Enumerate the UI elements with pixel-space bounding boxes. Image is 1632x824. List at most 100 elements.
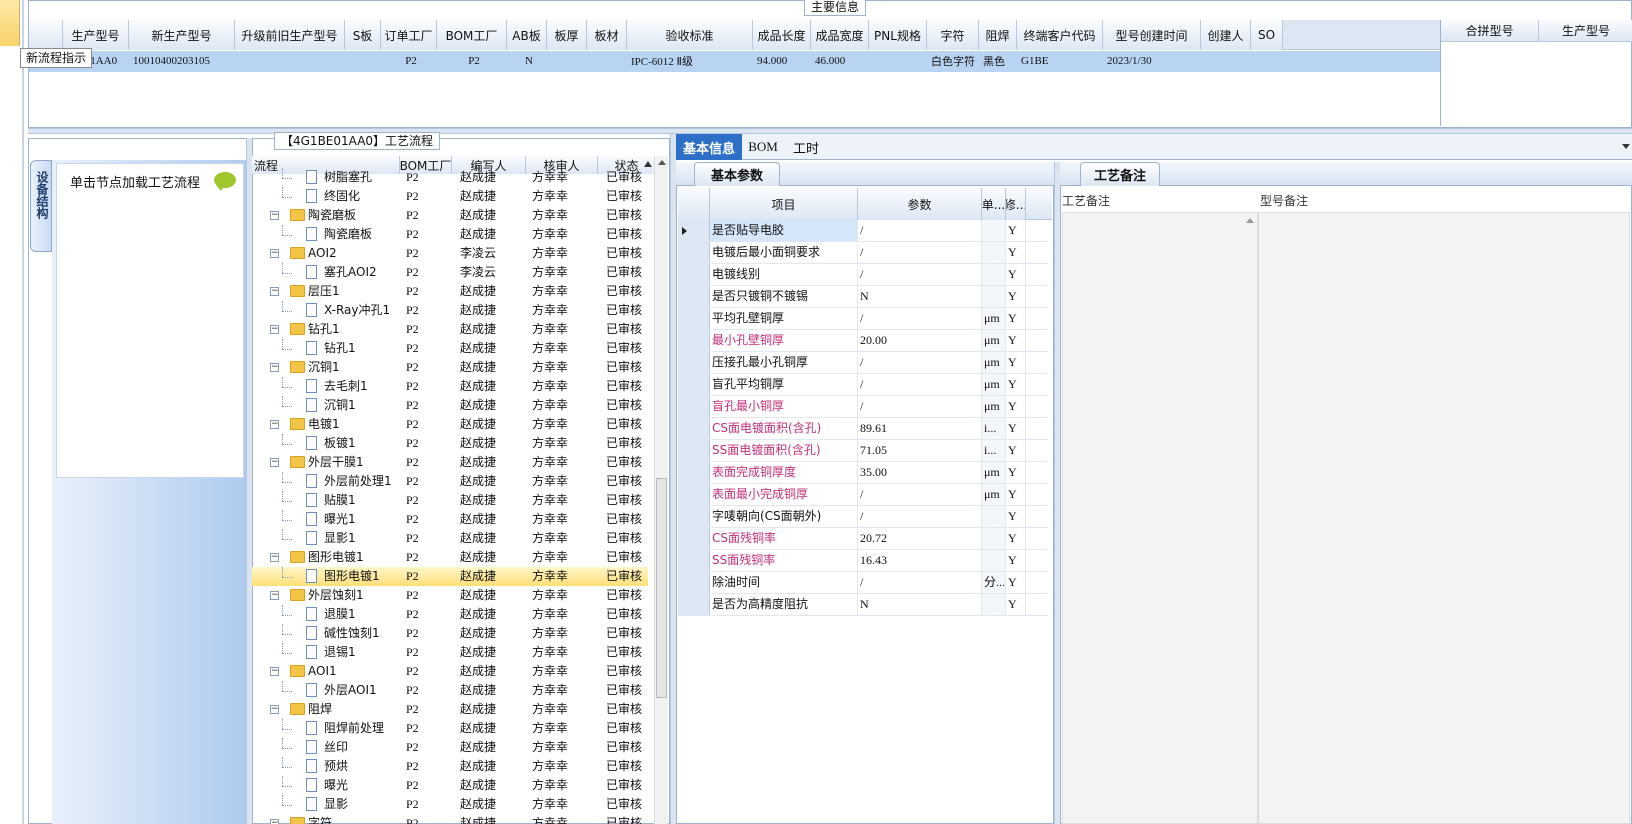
param-row[interactable]: 最小孔壁铜厚 20.00 μm Y bbox=[678, 330, 1048, 352]
param-row[interactable]: 字唛朝向(CS面朝外) / Y bbox=[678, 506, 1048, 528]
row-selector[interactable] bbox=[678, 418, 710, 439]
param-col-header[interactable]: 项目 bbox=[710, 188, 858, 220]
process-row[interactable]: 外层前处理1 P2 赵成捷 方幸幸 已审核 bbox=[252, 472, 648, 491]
collapse-icon[interactable]: − bbox=[270, 287, 279, 296]
param-row[interactable]: 表面完成铜厚度 35.00 μm Y bbox=[678, 462, 1048, 484]
row-selector[interactable] bbox=[678, 286, 710, 307]
side-col-merge[interactable]: 合拼型号 bbox=[1441, 20, 1539, 42]
param-col-header[interactable]: 单... bbox=[982, 188, 1006, 220]
main-col-header[interactable]: 板厚 bbox=[547, 20, 587, 50]
param-value[interactable]: N bbox=[858, 286, 982, 307]
param-row[interactable]: 压接孔最小孔铜厚 / μm Y bbox=[678, 352, 1048, 374]
process-row[interactable]: 塞孔AOI2 P2 李凌云 方幸幸 已审核 bbox=[252, 263, 648, 282]
main-col-header[interactable]: BOM工厂 bbox=[437, 20, 507, 50]
process-row[interactable]: 陶瓷磨板 P2 赵成捷 方幸幸 已审核 bbox=[252, 225, 648, 244]
param-row[interactable]: 除油时间 / 分... Y bbox=[678, 572, 1048, 594]
param-value[interactable]: / bbox=[858, 506, 982, 527]
main-col-header[interactable]: 订单工厂 bbox=[381, 20, 437, 50]
collapse-icon[interactable]: − bbox=[270, 667, 279, 676]
param-col-header[interactable]: 参数 bbox=[858, 188, 982, 220]
process-row[interactable]: − 电镀1 P2 赵成捷 方幸幸 已审核 bbox=[252, 415, 648, 434]
main-col-header[interactable]: 板材 bbox=[587, 20, 627, 50]
row-selector[interactable] bbox=[678, 462, 710, 483]
param-row[interactable]: 是否为高精度阻抗 N Y bbox=[678, 594, 1048, 616]
process-remarks-box[interactable] bbox=[1062, 212, 1258, 824]
param-row[interactable]: 是否贴导电胶 / Y bbox=[678, 220, 1048, 242]
main-col-header[interactable]: 型号创建时间 bbox=[1103, 20, 1201, 50]
main-col-header[interactable]: 新生产型号 bbox=[129, 20, 235, 50]
row-selector[interactable] bbox=[678, 594, 710, 615]
process-row[interactable]: − 阻焊 P2 赵成捷 方幸幸 已审核 bbox=[252, 700, 648, 719]
row-selector[interactable] bbox=[678, 484, 710, 505]
process-row[interactable]: − 字符 P2 赵成捷 方幸幸 已审核 bbox=[252, 814, 648, 824]
scroll-up-arrow-icon[interactable] bbox=[658, 160, 666, 165]
main-col-header[interactable]: 成品宽度 bbox=[811, 20, 869, 50]
main-col-header[interactable]: 终端客户代码 bbox=[1017, 20, 1103, 50]
collapse-icon[interactable]: − bbox=[270, 458, 279, 467]
collapse-icon[interactable]: − bbox=[270, 591, 279, 600]
collapse-icon[interactable]: − bbox=[270, 325, 279, 334]
process-row[interactable]: − AOI2 P2 李凌云 方幸幸 已审核 bbox=[252, 244, 648, 263]
param-row[interactable]: 电镀后最小面铜要求 / Y bbox=[678, 242, 1048, 264]
tab-work-hours[interactable]: 工时 bbox=[786, 134, 826, 160]
side-col-model[interactable]: 生产型号 bbox=[1539, 20, 1632, 42]
scroll-thumb[interactable] bbox=[656, 478, 667, 698]
main-col-header[interactable]: 字符 bbox=[927, 20, 979, 50]
row-selector[interactable] bbox=[678, 308, 710, 329]
process-row[interactable]: − 沉铜1 P2 赵成捷 方幸幸 已审核 bbox=[252, 358, 648, 377]
main-col-header[interactable]: SO bbox=[1251, 20, 1283, 50]
process-scrollbar[interactable] bbox=[654, 156, 668, 824]
param-row[interactable]: 盲孔最小铜厚 / μm Y bbox=[678, 396, 1048, 418]
process-row[interactable]: − 外层蚀刻1 P2 赵成捷 方幸幸 已审核 bbox=[252, 586, 648, 605]
main-col-header[interactable]: 阻焊 bbox=[979, 20, 1017, 50]
process-row[interactable]: 碱性蚀刻1 P2 赵成捷 方幸幸 已审核 bbox=[252, 624, 648, 643]
process-row[interactable]: 显影1 P2 赵成捷 方幸幸 已审核 bbox=[252, 529, 648, 548]
dropdown-arrow-icon[interactable] bbox=[1622, 144, 1630, 149]
param-row[interactable]: SS面电镀面积(含孔) 71.05 i... Y bbox=[678, 440, 1048, 462]
collapse-icon[interactable]: − bbox=[270, 249, 279, 258]
param-row[interactable]: 盲孔平均铜厚 / μm Y bbox=[678, 374, 1048, 396]
collapse-icon[interactable]: − bbox=[270, 819, 279, 824]
process-row[interactable]: − 钻孔1 P2 赵成捷 方幸幸 已审核 bbox=[252, 320, 648, 339]
param-value[interactable]: / bbox=[858, 484, 982, 505]
process-row[interactable]: − AOI1 P2 赵成捷 方幸幸 已审核 bbox=[252, 662, 648, 681]
param-value[interactable]: 89.61 bbox=[858, 418, 982, 439]
process-row[interactable]: 图形电镀1 P2 赵成捷 方幸幸 已审核 bbox=[252, 567, 648, 586]
main-col-header[interactable]: 升级前旧生产型号 bbox=[235, 20, 345, 50]
param-row[interactable]: 是否只镀铜不镀锡 N Y bbox=[678, 286, 1048, 308]
main-col-header[interactable]: 验收标准 bbox=[627, 20, 753, 50]
param-value[interactable]: N bbox=[858, 594, 982, 615]
param-value[interactable]: 20.72 bbox=[858, 528, 982, 549]
row-selector[interactable] bbox=[678, 352, 710, 373]
process-row[interactable]: 曝光 P2 赵成捷 方幸幸 已审核 bbox=[252, 776, 648, 795]
collapse-icon[interactable]: − bbox=[270, 363, 279, 372]
row-selector[interactable] bbox=[678, 330, 710, 351]
collapse-icon[interactable]: − bbox=[270, 705, 279, 714]
param-row[interactable]: 平均孔壁铜厚 / μm Y bbox=[678, 308, 1048, 330]
tab-bom[interactable]: BOM bbox=[744, 134, 782, 160]
tab-process-remarks[interactable]: 工艺备注 bbox=[1080, 162, 1160, 186]
process-row[interactable]: − 层压1 P2 赵成捷 方幸幸 已审核 bbox=[252, 282, 648, 301]
collapse-icon[interactable]: − bbox=[270, 211, 279, 220]
process-row[interactable]: 贴膜1 P2 赵成捷 方幸幸 已审核 bbox=[252, 491, 648, 510]
main-col-header[interactable]: AB板 bbox=[507, 20, 547, 50]
row-selector[interactable] bbox=[678, 242, 710, 263]
tab-basic-info[interactable]: 基本信息 bbox=[676, 134, 742, 160]
process-row[interactable]: 钻孔1 P2 赵成捷 方幸幸 已审核 bbox=[252, 339, 648, 358]
row-selector[interactable] bbox=[678, 440, 710, 461]
tab-basic-params[interactable]: 基本参数 bbox=[694, 162, 780, 186]
row-selector[interactable] bbox=[678, 572, 710, 593]
process-row[interactable]: 退锡1 P2 赵成捷 方幸幸 已审核 bbox=[252, 643, 648, 662]
row-selector[interactable] bbox=[678, 264, 710, 285]
process-row[interactable]: − 图形电镀1 P2 赵成捷 方幸幸 已审核 bbox=[252, 548, 648, 567]
param-value[interactable]: 16.43 bbox=[858, 550, 982, 571]
process-row[interactable]: 阻焊前处理 P2 赵成捷 方幸幸 已审核 bbox=[252, 719, 648, 738]
process-row[interactable]: X-Ray冲孔1 P2 赵成捷 方幸幸 已审核 bbox=[252, 301, 648, 320]
main-col-header[interactable]: PNL规格 bbox=[869, 20, 927, 50]
process-row[interactable]: 曝光1 P2 赵成捷 方幸幸 已审核 bbox=[252, 510, 648, 529]
main-col-header[interactable]: 创建人 bbox=[1201, 20, 1251, 50]
param-row[interactable]: CS面电镀面积(含孔) 89.61 i... Y bbox=[678, 418, 1048, 440]
main-info-row[interactable]: …E01AA0 10010400203105 P2 P2 N IPC-6012 Ⅱ级 94.… bbox=[29, 51, 1440, 72]
param-row[interactable]: 电镀线别 / Y bbox=[678, 264, 1048, 286]
param-row[interactable]: SS面残铜率 16.43 Y bbox=[678, 550, 1048, 572]
